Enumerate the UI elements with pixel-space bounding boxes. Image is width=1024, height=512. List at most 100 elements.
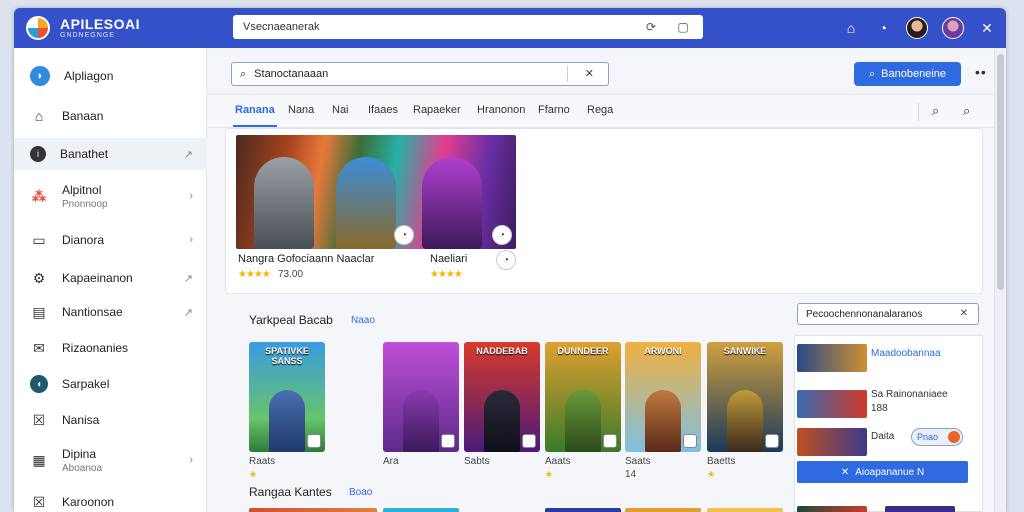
sidebar-item-kapaeinanon[interactable]: ⚙ Kapaeinanon ↗	[14, 262, 207, 294]
tab-3[interactable]: Ifaaes	[368, 104, 398, 116]
thumbnail[interactable]	[885, 506, 955, 512]
tab-0[interactable]: Ranana	[233, 104, 277, 127]
user-avatar[interactable]	[906, 17, 928, 39]
info-icon[interactable]: ◔	[496, 250, 516, 270]
sidebar-item-sarpakel[interactable]: ◖ Sarpakel	[14, 368, 207, 400]
close-box-icon: ☒	[32, 411, 46, 428]
search-icon: ⌕	[868, 67, 876, 80]
card-art-title: SANWIKE	[723, 346, 767, 356]
extension-icon[interactable]: ⌂	[842, 19, 860, 37]
featured-banner[interactable]: ◔ ◔	[236, 135, 516, 249]
user-avatar-2[interactable]	[942, 17, 964, 39]
thumbnail[interactable]	[797, 390, 867, 418]
tab-2[interactable]: Nai	[332, 104, 349, 116]
sidebar-item-dipina[interactable]: ▦ Dipina Aboanoa ›	[14, 442, 207, 478]
scrollbar-thumb[interactable]	[997, 54, 1004, 290]
home-icon: ⌂	[34, 108, 44, 124]
sidebar-item-label: Banathet	[60, 147, 109, 161]
section-title: Rangaa Kantes	[249, 485, 332, 499]
more-icon[interactable]: ••	[975, 64, 987, 80]
featured-title[interactable]: Nangra Gofociaann Naaclar	[238, 253, 374, 265]
laptop-icon: ▭	[32, 231, 46, 248]
tab-1[interactable]: Nana	[288, 104, 314, 116]
sidebar-item-home[interactable]: ⌂ Banaan	[14, 100, 207, 132]
panel-search-input[interactable]: Pecoochennonanalaranos ✕	[797, 303, 979, 325]
sidebar-item-rizaonanies[interactable]: ✉ Rizaonanies	[14, 332, 207, 364]
hero-figure	[269, 390, 305, 452]
game-card-preview[interactable]	[545, 508, 621, 512]
clear-icon[interactable]: ✕	[585, 67, 594, 80]
panel-item-title[interactable]: Daita	[871, 431, 894, 442]
brand: APILESOAI GNDNEGNGE	[60, 17, 140, 39]
sidebar-item-label: Nanisa	[62, 413, 100, 427]
star-rating: ★★★★	[430, 269, 463, 280]
tab-7[interactable]: Rega	[587, 104, 613, 116]
hero-figure	[565, 390, 601, 452]
scrollbar[interactable]	[994, 48, 1006, 512]
card-caption: Sabts	[464, 456, 490, 467]
thumbnail[interactable]	[797, 344, 867, 372]
sidebar-item-nanisa[interactable]: ☒ Nanisa	[14, 404, 207, 436]
game-card[interactable]: DUNNDEER	[545, 342, 621, 452]
featured-title[interactable]: Naeliari	[430, 253, 467, 265]
chevron-right-icon: ›	[189, 190, 193, 202]
sidebar-item-app[interactable]: ◗ Alpliagon	[14, 58, 207, 94]
chat-icon[interactable]: ◔	[874, 19, 892, 37]
search-icon-2[interactable]: ⌕	[963, 103, 970, 119]
game-card[interactable]	[383, 342, 459, 452]
sidebar-item-nantionsae[interactable]: ▤ Nantionsae ↗	[14, 296, 207, 328]
arrow-icon: ↗	[183, 148, 193, 161]
panel-action-label: Aioapananue N	[855, 466, 925, 478]
sidebar-item-label: Dipina	[62, 446, 97, 461]
app-logo-icon[interactable]	[26, 16, 50, 40]
calendar-icon: ▤	[32, 303, 46, 320]
sidebar-item-label: Banaan	[62, 109, 104, 123]
sidebar-item-dianora[interactable]: ▭ Dianora ›	[14, 224, 207, 256]
panel-item-sub: 188	[871, 403, 888, 414]
sidebar-item-alpitnol[interactable]: ⁂ Alpitnol Pnonnoop ›	[14, 176, 207, 216]
section-link[interactable]: Boao	[349, 487, 372, 498]
refresh-icon[interactable]: ⟳	[643, 19, 659, 35]
grid-icon: ▦	[32, 451, 46, 468]
bookmark-icon[interactable]: ▢	[675, 19, 691, 35]
game-card[interactable]: SPATIVKE SANSS	[249, 342, 325, 452]
panel-item-title[interactable]: Sa Rainonaniaee	[871, 389, 948, 400]
divider	[918, 103, 919, 121]
card-caption: Aaats	[545, 456, 571, 467]
address-bar[interactable]: Vsecnaeanerak ⟳ ▢	[233, 15, 703, 39]
status-badge[interactable]: Pnao	[911, 428, 963, 446]
card-caption: Saats	[625, 456, 651, 467]
thumbnail[interactable]	[797, 428, 867, 456]
primary-action-button[interactable]: ⌕ Banobeneine	[854, 62, 961, 86]
game-card-preview[interactable]	[625, 508, 701, 512]
close-icon[interactable]: ✕	[978, 19, 996, 37]
game-card[interactable]: ARWONI	[625, 342, 701, 452]
search-icon[interactable]: ⌕	[932, 103, 939, 119]
game-card-preview[interactable]	[383, 508, 459, 512]
tab-4[interactable]: Rapaeker	[413, 104, 461, 116]
search-input[interactable]: ⌕ Stanoctanaaan ✕	[231, 62, 609, 86]
sidebar-item-active[interactable]: i Banathet ↗	[14, 138, 207, 170]
sidebar-item-label: Karoonon	[62, 495, 115, 509]
section-link[interactable]: Naao	[351, 315, 375, 326]
game-card-preview[interactable]	[707, 508, 783, 512]
info-icon: i	[30, 146, 46, 162]
clear-icon[interactable]: ✕	[960, 308, 968, 319]
game-card-preview[interactable]	[249, 508, 377, 512]
hero-figure	[422, 157, 482, 249]
sidebar-item-karoonon[interactable]: ☒ Karoonon	[14, 486, 207, 512]
game-card[interactable]: NADDEBAB	[464, 342, 540, 452]
tab-5[interactable]: Hranonon	[477, 104, 525, 116]
sidebar-item-label: Dianora	[62, 233, 105, 247]
thumbnail[interactable]	[797, 506, 867, 512]
app-logo-icon: ◗	[30, 66, 50, 86]
badge-icon: ◔	[394, 225, 414, 245]
tab-6[interactable]: Ffarno	[538, 104, 570, 116]
panel-item-title[interactable]: Maadoobannaa	[871, 348, 941, 359]
card-art-title: SPATIVKE SANSS	[265, 346, 309, 366]
sidebar-item-sublabel: Aboanoa	[62, 462, 103, 474]
panel-action-button[interactable]: ✕ Aioapananue N	[797, 461, 968, 483]
arrow-icon: ↗	[183, 306, 193, 319]
card-count: 14	[625, 469, 637, 480]
game-card[interactable]: SANWIKE	[707, 342, 783, 452]
